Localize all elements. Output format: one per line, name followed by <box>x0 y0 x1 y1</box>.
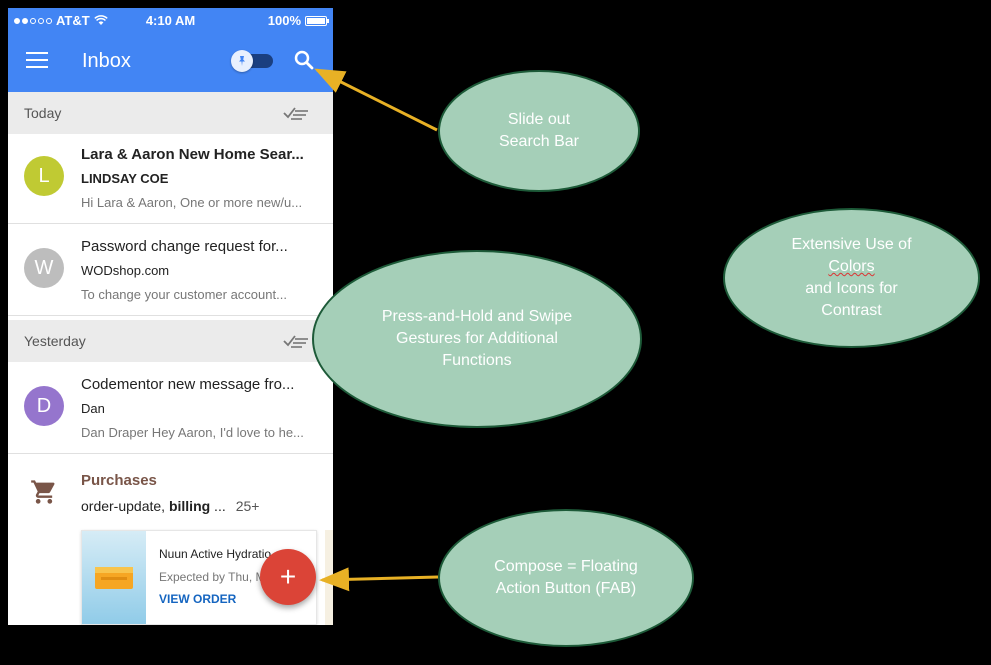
arrow-to-fab <box>319 567 439 592</box>
section-label: Today <box>24 105 62 121</box>
email-sender: Dan <box>81 401 105 416</box>
compose-fab[interactable]: + <box>260 549 316 605</box>
sweep-icon[interactable] <box>283 332 309 350</box>
app-bar: Inbox <box>8 32 333 92</box>
pin-icon <box>231 50 253 72</box>
avatar: L <box>24 156 64 196</box>
order-expected-date: Expected by Thu, M <box>159 570 266 584</box>
phone-screen: AT&T 4:10 AM 100% Inbox Today L Lara & A… <box>8 8 333 625</box>
callout-colors: Extensive Use of Colors and Icons for Co… <box>723 208 980 348</box>
view-order-link[interactable]: VIEW ORDER <box>159 592 236 606</box>
sweep-icon[interactable] <box>283 104 309 122</box>
bundle-title: Purchases <box>81 472 157 489</box>
pinned-toggle[interactable] <box>229 49 273 73</box>
email-row[interactable]: L Lara & Aaron New Home Sear... LINDSAY … <box>8 134 333 224</box>
section-header-today: Today <box>8 92 333 134</box>
email-snippet: Hi Lara & Aaron, One or more new/u... <box>81 195 303 210</box>
callout-search: Slide out Search Bar <box>438 70 640 192</box>
email-snippet: To change your customer account... <box>81 287 287 302</box>
bundle-summary: order-update, billing ... 25+ <box>81 498 260 514</box>
email-row[interactable]: W Password change request for... WODshop… <box>8 226 333 316</box>
avatar: W <box>24 248 64 288</box>
callout-gestures: Press-and-Hold and Swipe Gestures for Ad… <box>312 250 642 428</box>
callout-fab: Compose = Floating Action Button (FAB) <box>438 509 694 647</box>
next-order-card[interactable] <box>325 530 333 625</box>
avatar: D <box>24 386 64 426</box>
email-sender: LINDSAY COE <box>81 171 169 186</box>
email-row[interactable]: D Codementor new message fro... Dan Dan … <box>8 364 333 454</box>
product-image <box>82 531 146 624</box>
search-icon[interactable] <box>292 48 316 72</box>
battery-icon <box>305 15 329 26</box>
email-subject: Codementor new message fro... <box>81 376 295 393</box>
bundle-count: 25+ <box>235 498 260 514</box>
order-product-name: Nuun Active Hydratio <box>159 547 272 561</box>
email-sender: WODshop.com <box>81 263 170 278</box>
email-snippet: Dan Draper Hey Aaron, I'd love to he... <box>81 425 304 440</box>
battery-percent: 100% <box>267 13 301 28</box>
status-bar: AT&T 4:10 AM 100% <box>8 8 333 32</box>
email-subject: Password change request for... <box>81 238 288 255</box>
shopping-cart-icon <box>31 480 55 504</box>
page-title: Inbox <box>82 50 131 72</box>
email-subject: Lara & Aaron New Home Sear... <box>81 146 304 163</box>
section-label: Yesterday <box>24 333 86 349</box>
menu-icon[interactable] <box>26 52 48 70</box>
arrow-to-search <box>314 68 438 132</box>
section-header-yesterday: Yesterday <box>8 320 333 362</box>
